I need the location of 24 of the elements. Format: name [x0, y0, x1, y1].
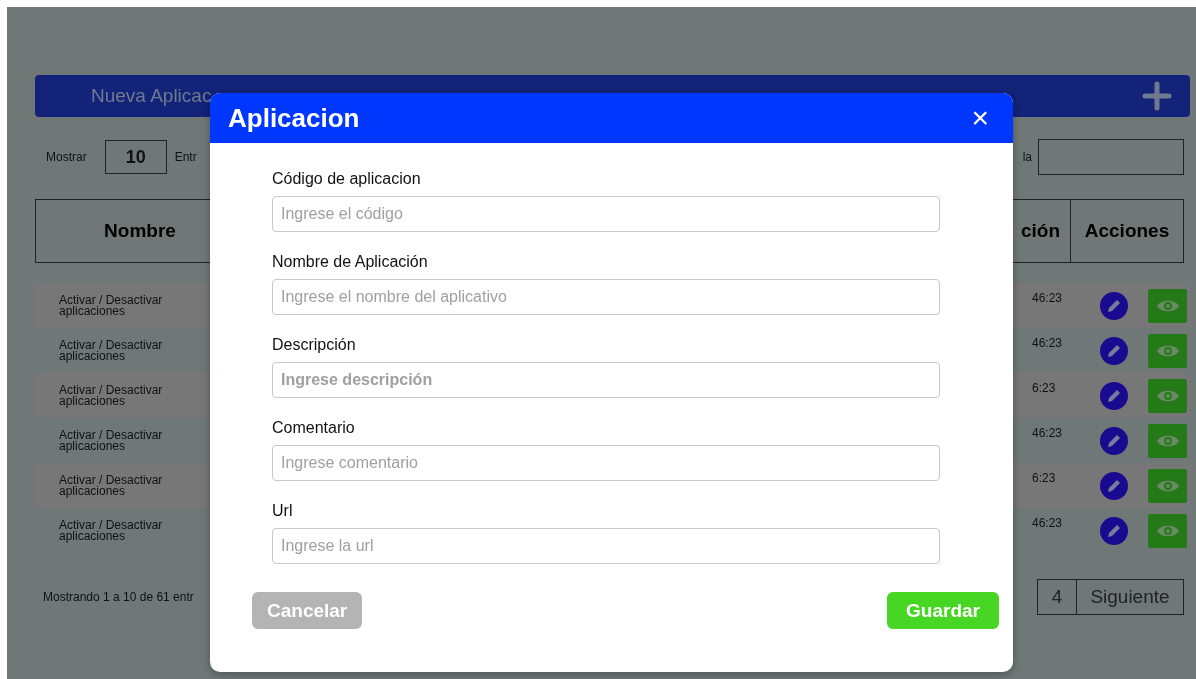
table-cell-text: Activar / Desactivar aplicaciones	[58, 474, 164, 497]
dialog-title: Aplicacion	[228, 102, 360, 134]
field-label: Comentario	[272, 419, 356, 438]
table-cell-text: Activar / Desactivar aplicaciones	[58, 294, 164, 317]
table-cell-text: 6:23	[1032, 470, 1057, 485]
table-cell-text: Activar / Desactivar aplicaciones	[58, 384, 164, 407]
field-label: Código de aplicacion	[272, 170, 422, 189]
table-cell-text: 46:23	[1032, 425, 1064, 440]
table-cell-text: Activar / Desactivar aplicaciones	[58, 429, 164, 452]
entries-summary: Mostrando 1 a 10 de 61 entr	[43, 590, 194, 604]
search-label: la	[1022, 150, 1032, 164]
entries-label: Entr	[174, 150, 197, 164]
show-label: Mostrar	[46, 150, 87, 164]
table-cell-text: 46:23	[1032, 515, 1064, 530]
table-cell-text: Activar / Desactivar aplicaciones	[58, 339, 164, 362]
column-header: Acciones	[1070, 199, 1184, 263]
table-cell-text: 46:23	[1032, 335, 1064, 350]
table-cell-text: 6:23	[1032, 380, 1057, 395]
field-label: Descripción	[272, 336, 357, 355]
table-cell-text: 46:23	[1032, 290, 1064, 305]
new-application-label: Nueva Aplicac	[91, 85, 212, 107]
field-label: Nombre de Aplicación	[272, 253, 429, 272]
field-label: Url	[272, 502, 294, 521]
table-cell-text: Activar / Desactivar aplicaciones	[58, 519, 164, 542]
